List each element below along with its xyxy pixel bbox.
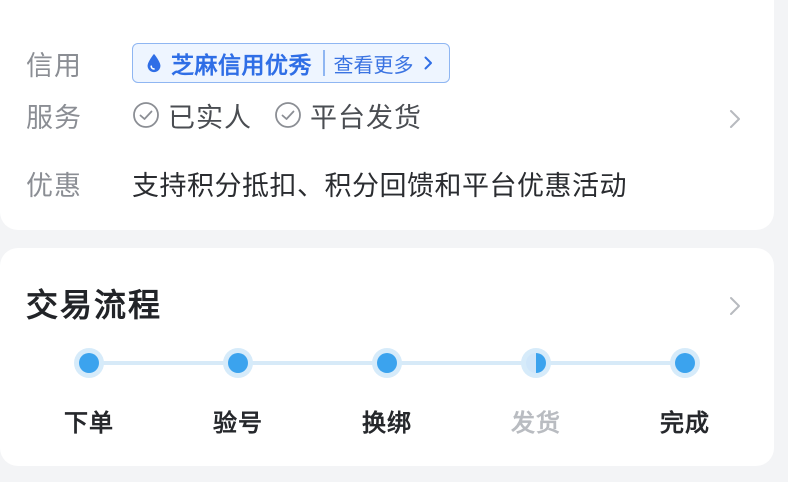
discount-row: 优惠 支持积分抵扣、积分回馈和平台优惠活动 <box>26 163 627 203</box>
credit-label: 信用 <box>26 50 82 82</box>
service-item-platform-delivery: 平台发货 <box>274 96 422 135</box>
chevron-right-icon[interactable] <box>727 108 743 130</box>
service-item-label: 已实人 <box>168 102 252 134</box>
step-dot-ring <box>521 348 551 378</box>
step-dot-ring <box>74 348 104 378</box>
step-dot-ring <box>372 348 402 378</box>
step-label: 换绑 <box>362 409 412 437</box>
sesame-credit-badge[interactable]: 芝麻信用优秀 查看更多 <box>132 43 450 83</box>
process-step-verify: 验号 <box>188 340 288 438</box>
service-row[interactable]: 服务 已实人 平台发货 <box>26 95 444 135</box>
check-circle-icon <box>275 102 301 128</box>
discount-text: 支持积分抵扣、积分回馈和平台优惠活动 <box>132 170 627 202</box>
step-dot <box>79 353 99 373</box>
credit-row: 信用 芝麻信用优秀 查看更多 <box>26 43 450 83</box>
check-circle-icon <box>133 102 159 128</box>
credit-level-text: 芝麻信用优秀 <box>171 53 312 79</box>
step-dot <box>675 353 695 373</box>
service-item-verified: 已实人 <box>132 96 252 135</box>
step-dot <box>377 353 397 373</box>
step-dot <box>228 353 248 373</box>
chevron-right-icon[interactable] <box>727 295 743 317</box>
discount-label: 优惠 <box>26 170 82 202</box>
process-step-rebind: 换绑 <box>337 340 437 438</box>
step-dot <box>526 353 546 373</box>
step-dot-ring <box>670 348 700 378</box>
process-step-order: 下单 <box>39 340 139 438</box>
step-label: 完成 <box>660 409 710 437</box>
water-drop-icon <box>147 53 161 73</box>
badge-divider <box>323 50 325 76</box>
process-step-deliver: 发货 <box>486 340 586 438</box>
step-dot-ring <box>223 348 253 378</box>
process-title: 交易流程 <box>26 286 163 324</box>
view-more-link[interactable]: 查看更多 <box>334 49 414 78</box>
process-step-complete: 完成 <box>635 340 735 438</box>
service-label: 服务 <box>26 102 82 134</box>
step-label: 下单 <box>64 409 114 437</box>
step-label: 发货 <box>511 409 561 437</box>
service-item-label: 平台发货 <box>310 102 422 134</box>
step-label: 验号 <box>213 409 263 437</box>
chevron-right-icon <box>424 56 432 70</box>
